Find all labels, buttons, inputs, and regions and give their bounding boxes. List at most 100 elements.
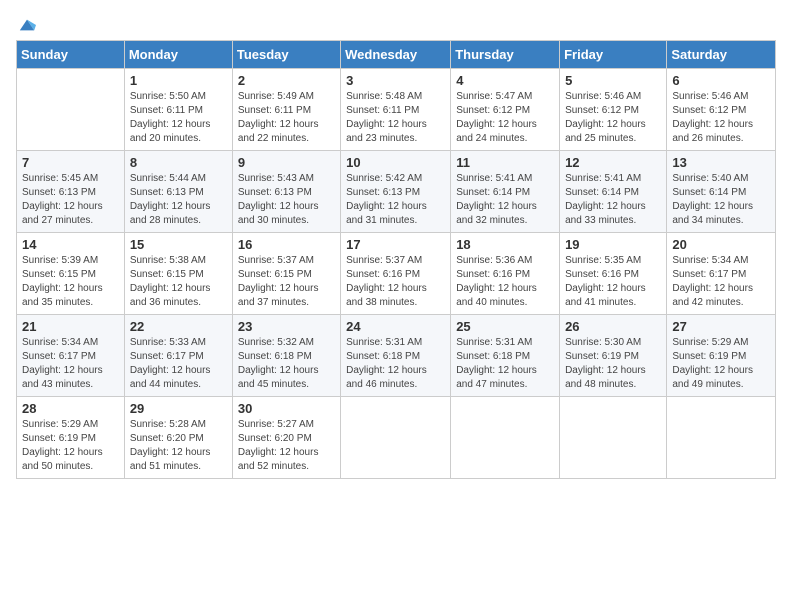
day-info: Sunrise: 5:41 AMSunset: 6:14 PMDaylight:…: [565, 172, 661, 228]
day-number: 22: [130, 319, 227, 334]
day-number: 9: [238, 155, 335, 170]
calendar-cell: [341, 397, 451, 479]
day-number: 21: [22, 319, 119, 334]
calendar-cell: 8 Sunrise: 5:44 AMSunset: 6:13 PMDaylight…: [124, 151, 232, 233]
day-number: 27: [672, 319, 770, 334]
calendar-week-row: 21 Sunrise: 5:34 AMSunset: 6:17 PMDayligh…: [17, 315, 776, 397]
day-info: Sunrise: 5:37 AMSunset: 6:15 PMDaylight:…: [238, 254, 335, 310]
day-number: 3: [346, 73, 445, 88]
calendar-cell: 10 Sunrise: 5:42 AMSunset: 6:13 PMDayligh…: [341, 151, 451, 233]
calendar-week-row: 28 Sunrise: 5:29 AMSunset: 6:19 PMDayligh…: [17, 397, 776, 479]
day-info: Sunrise: 5:34 AMSunset: 6:17 PMDaylight:…: [672, 254, 770, 310]
day-number: 24: [346, 319, 445, 334]
calendar-header-row: SundayMondayTuesdayWednesdayThursdayFrid…: [17, 41, 776, 69]
day-number: 28: [22, 401, 119, 416]
calendar-cell: 18Sunrise: 5:36 AMSunset: 6:16 PMDayligh…: [451, 233, 560, 315]
calendar-cell: 23 Sunrise: 5:32 AMSunset: 6:18 PMDayligh…: [232, 315, 340, 397]
calendar-cell: 2 Sunrise: 5:49 AMSunset: 6:11 PMDaylight…: [232, 69, 340, 151]
day-info: Sunrise: 5:31 AMSunset: 6:18 PMDaylight:…: [346, 336, 445, 392]
calendar-cell: 20 Sunrise: 5:34 AMSunset: 6:17 PMDayligh…: [667, 233, 776, 315]
day-number: 16: [238, 237, 335, 252]
day-info: Sunrise: 5:28 AMSunset: 6:20 PMDaylight:…: [130, 418, 227, 474]
page-header: [16, 16, 776, 32]
day-number: 2: [238, 73, 335, 88]
calendar-cell: 4 Sunrise: 5:47 AMSunset: 6:12 PMDaylight…: [451, 69, 560, 151]
day-info: Sunrise: 5:30 AMSunset: 6:19 PMDaylight:…: [565, 336, 661, 392]
day-number: 13: [672, 155, 770, 170]
day-info: Sunrise: 5:32 AMSunset: 6:18 PMDaylight:…: [238, 336, 335, 392]
day-info: Sunrise: 5:33 AMSunset: 6:17 PMDaylight:…: [130, 336, 227, 392]
day-info: Sunrise: 5:31 AMSunset: 6:18 PMDaylight:…: [456, 336, 554, 392]
day-number: 29: [130, 401, 227, 416]
day-info: Sunrise: 5:46 AMSunset: 6:12 PMDaylight:…: [565, 90, 661, 146]
calendar-cell: 12 Sunrise: 5:41 AMSunset: 6:14 PMDayligh…: [560, 151, 667, 233]
day-number: 12: [565, 155, 661, 170]
day-info: Sunrise: 5:41 AMSunset: 6:14 PMDaylight:…: [456, 172, 554, 228]
day-number: 8: [130, 155, 227, 170]
calendar-cell: 13 Sunrise: 5:40 AMSunset: 6:14 PMDayligh…: [667, 151, 776, 233]
day-number: 4: [456, 73, 554, 88]
calendar-cell: 25 Sunrise: 5:31 AMSunset: 6:18 PMDayligh…: [451, 315, 560, 397]
day-info: Sunrise: 5:49 AMSunset: 6:11 PMDaylight:…: [238, 90, 335, 146]
calendar-cell: 19 Sunrise: 5:35 AMSunset: 6:16 PMDayligh…: [560, 233, 667, 315]
day-number: 1: [130, 73, 227, 88]
calendar-cell: 29 Sunrise: 5:28 AMSunset: 6:20 PMDayligh…: [124, 397, 232, 479]
calendar-cell: 5 Sunrise: 5:46 AMSunset: 6:12 PMDaylight…: [560, 69, 667, 151]
day-info: Sunrise: 5:48 AMSunset: 6:11 PMDaylight:…: [346, 90, 445, 146]
calendar-cell: 3 Sunrise: 5:48 AMSunset: 6:11 PMDaylight…: [341, 69, 451, 151]
calendar-cell: 22 Sunrise: 5:33 AMSunset: 6:17 PMDayligh…: [124, 315, 232, 397]
day-info: Sunrise: 5:50 AMSunset: 6:11 PMDaylight:…: [130, 90, 227, 146]
calendar-header-sunday: Sunday: [17, 41, 125, 69]
calendar-cell: [17, 69, 125, 151]
day-info: Sunrise: 5:43 AMSunset: 6:13 PMDaylight:…: [238, 172, 335, 228]
calendar-cell: 27 Sunrise: 5:29 AMSunset: 6:19 PMDayligh…: [667, 315, 776, 397]
calendar-cell: 14Sunrise: 5:39 AMSunset: 6:15 PMDayligh…: [17, 233, 125, 315]
calendar-header-friday: Friday: [560, 41, 667, 69]
calendar-header-thursday: Thursday: [451, 41, 560, 69]
day-number: 14: [22, 237, 119, 252]
day-info: Sunrise: 5:44 AMSunset: 6:13 PMDaylight:…: [130, 172, 227, 228]
calendar-cell: 30 Sunrise: 5:27 AMSunset: 6:20 PMDayligh…: [232, 397, 340, 479]
day-info: Sunrise: 5:36 AMSunset: 6:16 PMDaylight:…: [456, 254, 554, 310]
calendar-cell: [667, 397, 776, 479]
day-info: Sunrise: 5:29 AMSunset: 6:19 PMDaylight:…: [22, 418, 119, 474]
day-info: Sunrise: 5:45 AMSunset: 6:13 PMDaylight:…: [22, 172, 119, 228]
day-number: 17: [346, 237, 445, 252]
calendar-week-row: 7 Sunrise: 5:45 AMSunset: 6:13 PMDaylight…: [17, 151, 776, 233]
calendar-cell: 6Sunrise: 5:46 AMSunset: 6:12 PMDaylight…: [667, 69, 776, 151]
day-number: 11: [456, 155, 554, 170]
day-number: 19: [565, 237, 661, 252]
day-info: Sunrise: 5:47 AMSunset: 6:12 PMDaylight:…: [456, 90, 554, 146]
day-number: 5: [565, 73, 661, 88]
calendar-cell: 9 Sunrise: 5:43 AMSunset: 6:13 PMDaylight…: [232, 151, 340, 233]
day-number: 25: [456, 319, 554, 334]
day-info: Sunrise: 5:27 AMSunset: 6:20 PMDaylight:…: [238, 418, 335, 474]
day-info: Sunrise: 5:37 AMSunset: 6:16 PMDaylight:…: [346, 254, 445, 310]
calendar-cell: [451, 397, 560, 479]
calendar-cell: 7 Sunrise: 5:45 AMSunset: 6:13 PMDaylight…: [17, 151, 125, 233]
calendar-cell: [560, 397, 667, 479]
day-info: Sunrise: 5:42 AMSunset: 6:13 PMDaylight:…: [346, 172, 445, 228]
day-number: 7: [22, 155, 119, 170]
day-info: Sunrise: 5:29 AMSunset: 6:19 PMDaylight:…: [672, 336, 770, 392]
day-number: 26: [565, 319, 661, 334]
day-number: 6: [672, 73, 770, 88]
calendar-cell: 28 Sunrise: 5:29 AMSunset: 6:19 PMDayligh…: [17, 397, 125, 479]
calendar-cell: 11 Sunrise: 5:41 AMSunset: 6:14 PMDayligh…: [451, 151, 560, 233]
calendar-cell: 16 Sunrise: 5:37 AMSunset: 6:15 PMDayligh…: [232, 233, 340, 315]
day-number: 30: [238, 401, 335, 416]
logo-icon: [18, 16, 36, 34]
day-number: 10: [346, 155, 445, 170]
day-info: Sunrise: 5:34 AMSunset: 6:17 PMDaylight:…: [22, 336, 119, 392]
day-info: Sunrise: 5:35 AMSunset: 6:16 PMDaylight:…: [565, 254, 661, 310]
calendar-week-row: 1 Sunrise: 5:50 AMSunset: 6:11 PMDaylight…: [17, 69, 776, 151]
calendar-header-saturday: Saturday: [667, 41, 776, 69]
day-number: 23: [238, 319, 335, 334]
day-info: Sunrise: 5:38 AMSunset: 6:15 PMDaylight:…: [130, 254, 227, 310]
logo: [16, 16, 36, 32]
calendar-cell: 24 Sunrise: 5:31 AMSunset: 6:18 PMDayligh…: [341, 315, 451, 397]
day-info: Sunrise: 5:40 AMSunset: 6:14 PMDaylight:…: [672, 172, 770, 228]
calendar-week-row: 14Sunrise: 5:39 AMSunset: 6:15 PMDayligh…: [17, 233, 776, 315]
day-number: 15: [130, 237, 227, 252]
day-number: 20: [672, 237, 770, 252]
